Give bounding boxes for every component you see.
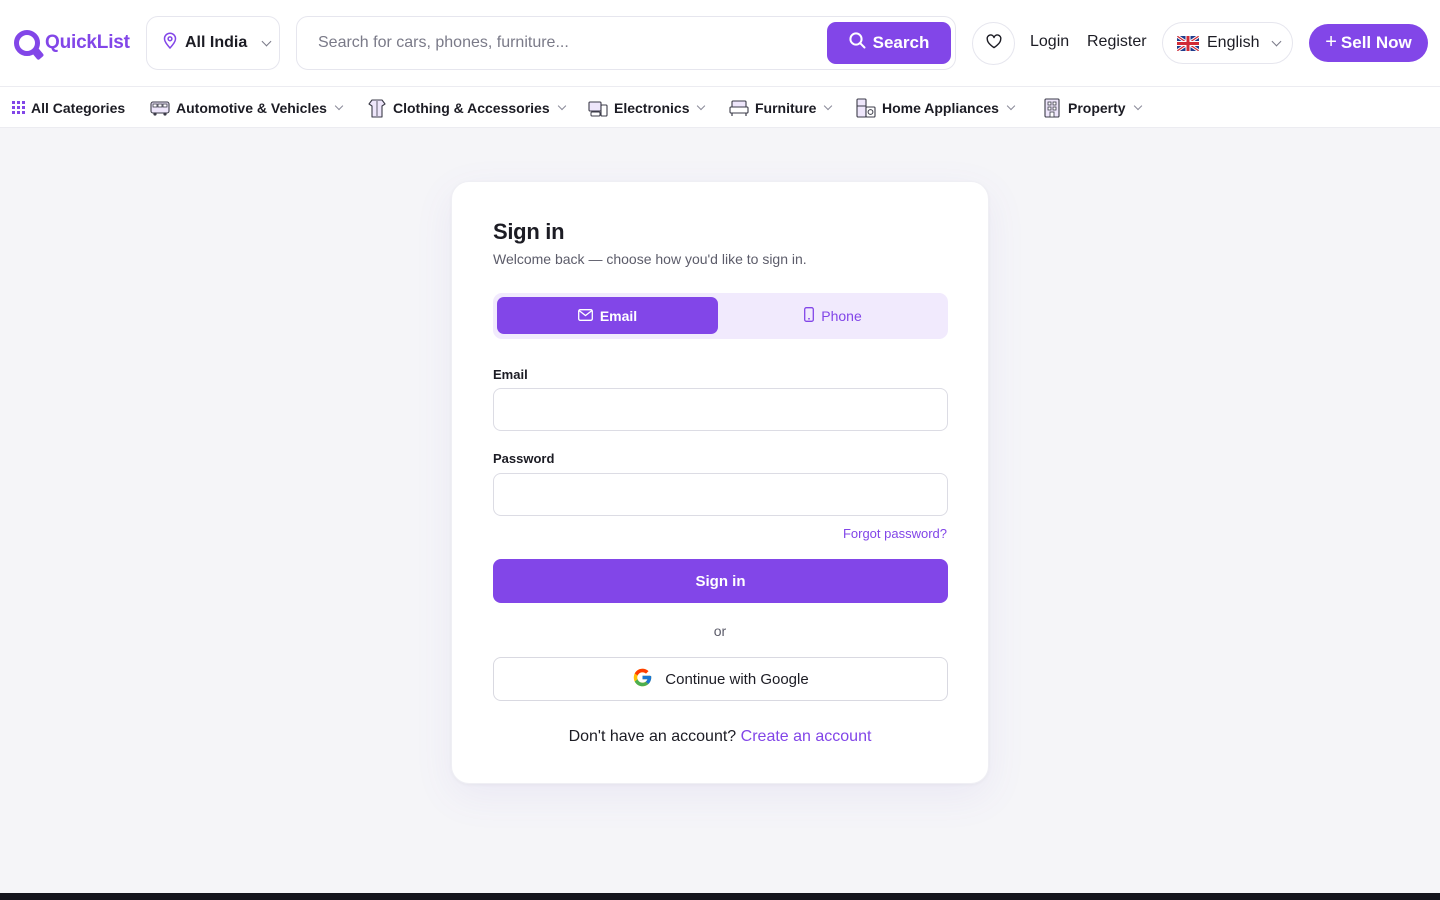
- plus-icon: +: [1325, 31, 1337, 53]
- tab-phone[interactable]: Phone: [722, 297, 944, 334]
- no-account-text: Don't have an account?: [568, 728, 737, 745]
- google-icon: [632, 667, 653, 692]
- google-signin-button[interactable]: Continue with Google: [493, 657, 948, 701]
- search-button-label: Search: [872, 33, 930, 52]
- signin-card: Sign in Welcome back — choose how you'd …: [451, 181, 989, 784]
- bus-icon: [150, 98, 170, 118]
- electronics-icon: [588, 98, 608, 118]
- heart-icon: [986, 33, 1002, 54]
- tab-email[interactable]: Email: [497, 297, 718, 334]
- chevron-down-icon: [824, 101, 833, 111]
- login-link[interactable]: Login: [1030, 33, 1069, 51]
- language-label: English: [1207, 34, 1260, 51]
- email-field[interactable]: [493, 388, 948, 431]
- language-selector[interactable]: English: [1162, 22, 1293, 64]
- building-icon: [1042, 97, 1062, 118]
- category-electronics[interactable]: Electronics: [588, 87, 706, 128]
- category-label: All Categories: [31, 99, 126, 116]
- chevron-down-icon: [1006, 101, 1016, 111]
- search-input[interactable]: [297, 17, 827, 69]
- tab-phone-label: Phone: [821, 307, 862, 324]
- category-property[interactable]: Property: [1042, 87, 1142, 128]
- sell-now-button[interactable]: + Sell Now: [1309, 24, 1428, 62]
- sofa-icon: [729, 98, 749, 118]
- chevron-down-icon: [1133, 101, 1142, 111]
- category-furniture[interactable]: Furniture: [729, 87, 833, 128]
- signin-button[interactable]: Sign in: [493, 559, 948, 603]
- category-automotive[interactable]: Automotive & Vehicles: [150, 87, 344, 128]
- category-label: Furniture: [755, 99, 817, 116]
- location-label: All India: [185, 34, 248, 51]
- chevron-down-icon: [557, 101, 566, 111]
- clothing-icon: [367, 98, 387, 118]
- password-label: Password: [493, 451, 555, 466]
- appliance-icon: [856, 97, 876, 118]
- phone-icon: [804, 306, 815, 325]
- chevron-down-icon: [334, 101, 344, 111]
- category-label: Property: [1068, 99, 1126, 116]
- grid-icon: [12, 98, 25, 118]
- uk-flag-icon: [1177, 35, 1199, 51]
- create-account-link[interactable]: Create an account: [741, 728, 872, 745]
- category-home-appliances[interactable]: Home Appliances: [856, 87, 1016, 128]
- signin-method-toggle: Email Phone: [493, 293, 948, 339]
- or-divider: or: [713, 623, 727, 639]
- brand-logo[interactable]: QuickList: [14, 29, 130, 57]
- footer-edge: [0, 893, 1440, 900]
- category-clothing[interactable]: Clothing & Accessories: [367, 87, 566, 128]
- category-label: Clothing & Accessories: [393, 99, 550, 116]
- category-all[interactable]: All Categories: [12, 87, 125, 128]
- chevron-down-icon: [1272, 36, 1282, 46]
- top-header: QuickList All India Search Login Registe…: [0, 0, 1440, 87]
- brand-name: QuickList: [45, 32, 130, 53]
- search-bar: Search: [296, 16, 956, 70]
- google-signin-label: Continue with Google: [665, 670, 809, 688]
- logo-q-icon: [14, 30, 40, 56]
- forgot-password-link[interactable]: Forgot password?: [843, 526, 947, 541]
- register-link[interactable]: Register: [1087, 33, 1147, 51]
- search-button[interactable]: Search: [827, 22, 951, 64]
- tab-email-label: Email: [599, 307, 638, 324]
- sell-now-label: Sell Now: [1340, 33, 1412, 52]
- category-label: Home Appliances: [882, 99, 999, 116]
- chevron-down-icon: [261, 36, 272, 46]
- category-label: Automotive & Vehicles: [176, 99, 327, 116]
- email-label: Email: [493, 367, 528, 382]
- map-pin-icon: [163, 32, 177, 54]
- category-nav: All Categories Automotive & Vehicles Clo…: [0, 87, 1440, 128]
- search-icon: [849, 32, 866, 54]
- wishlist-button[interactable]: [972, 22, 1015, 65]
- mail-icon: [577, 308, 593, 324]
- location-selector[interactable]: All India: [146, 16, 280, 70]
- category-label: Electronics: [614, 99, 690, 116]
- signin-subtitle: Welcome back — choose how you'd like to …: [493, 251, 807, 267]
- signin-title: Sign in: [493, 219, 565, 244]
- password-field[interactable]: [493, 473, 948, 516]
- register-prompt: Don't have an account? Create an account: [452, 728, 988, 746]
- chevron-down-icon: [697, 101, 706, 111]
